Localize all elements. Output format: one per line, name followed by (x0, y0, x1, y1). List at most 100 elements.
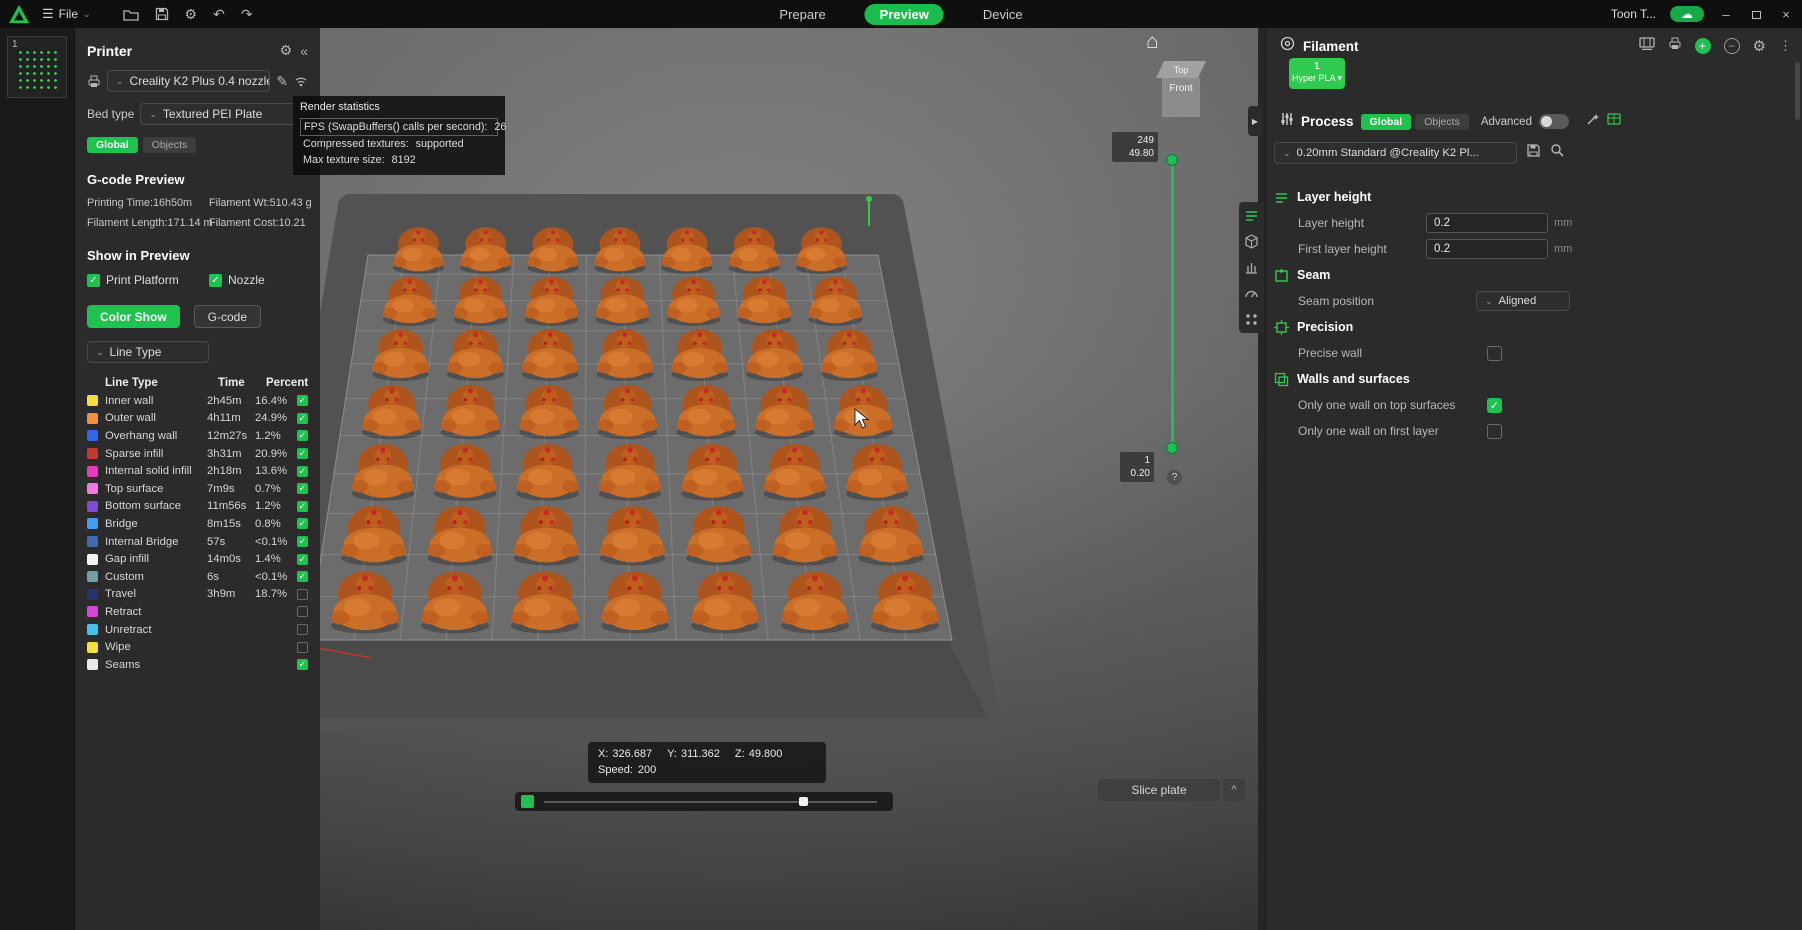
gcode-stats: Printing Time:16h50mFilament Wt:510.43 g… (87, 197, 308, 229)
tab-others[interactable] (1244, 312, 1259, 327)
line-visibility-checkbox[interactable]: ✓ (297, 501, 308, 512)
render-stat: FPS (SwapBuffers() calls per second):26 (300, 118, 498, 136)
color-show-button[interactable]: Color Show (87, 305, 180, 328)
line-visibility-checkbox[interactable]: ✓ (297, 395, 308, 406)
g-code-button[interactable]: G-code (194, 305, 261, 328)
user-label[interactable]: Toon T... (1611, 7, 1656, 21)
cloud-sync-button[interactable]: ☁ (1670, 6, 1704, 22)
layer-slider-top-handle[interactable] (1166, 154, 1178, 166)
more-vertical-icon[interactable]: ⋮ (1779, 38, 1792, 54)
tab-speed[interactable] (1244, 286, 1259, 301)
line-visibility-checkbox[interactable]: ✓ (297, 466, 308, 477)
line-color-swatch (87, 659, 98, 670)
tab-prepare[interactable]: Prepare (764, 4, 840, 25)
edit-printer-icon[interactable]: ✎ (276, 73, 288, 90)
bed-type-select[interactable]: ⌄ Textured PEI Plate (140, 103, 308, 125)
advanced-toggle[interactable] (1539, 114, 1569, 129)
panel-scrollbar[interactable] (1795, 62, 1800, 120)
search-settings-icon[interactable] (1550, 143, 1565, 163)
tab-strength[interactable] (1244, 234, 1259, 249)
tab-support[interactable] (1244, 260, 1259, 275)
param-checkbox[interactable]: ✓ (1487, 398, 1502, 413)
save-icon[interactable] (155, 7, 169, 21)
line-visibility-checkbox[interactable]: ✓ (297, 571, 308, 582)
line-visibility-checkbox[interactable]: ✓ (297, 536, 308, 547)
line-visibility-checkbox[interactable]: ✓ (297, 554, 308, 565)
line-visibility-checkbox[interactable]: ✓ (297, 483, 308, 494)
hamburger-menu-icon[interactable]: ☰ (42, 6, 54, 22)
save-preset-icon[interactable] (1526, 143, 1541, 163)
tab-quality[interactable] (1244, 208, 1259, 223)
line-visibility-checkbox[interactable]: ✓ (297, 518, 308, 529)
view-cube-top-face[interactable]: Top (1156, 61, 1206, 78)
line-visibility-checkbox[interactable]: ✓ (297, 430, 308, 441)
help-button[interactable]: ? (1167, 470, 1182, 485)
open-folder-icon[interactable] (123, 8, 139, 21)
preview-option-print-platform[interactable]: ✓Print Platform (87, 273, 209, 287)
preview-option-nozzle[interactable]: ✓Nozzle (209, 273, 308, 287)
filament-settings-gear-icon[interactable]: ⚙ (1753, 37, 1766, 55)
slice-plate-button[interactable]: Slice plate (1098, 779, 1220, 801)
add-filament-icon[interactable]: + (1695, 38, 1711, 54)
home-view-icon[interactable]: ⌂ (1146, 30, 1159, 54)
settings-gear-icon[interactable]: ⚙ (185, 6, 198, 23)
minimize-button[interactable]: – (1718, 7, 1734, 22)
line-type-row: Bottom surface11m56s1.2%✓ (87, 498, 308, 516)
checkbox[interactable]: ✓ (209, 274, 222, 287)
section-walls-and-surfaces: Walls and surfaces (1274, 366, 1574, 392)
undo-icon[interactable]: ↶ (213, 6, 225, 23)
line-visibility-checkbox[interactable] (297, 606, 308, 617)
process-preset-select[interactable]: ⌄ 0.20mm Standard @Creality K2 Pl... (1274, 142, 1517, 164)
process-scope-objects[interactable]: Objects (1415, 114, 1469, 130)
filament-name: Hyper PLA ▾ (1289, 73, 1345, 84)
ams-icon[interactable] (1639, 37, 1655, 55)
filament-printer-icon[interactable] (1668, 37, 1682, 55)
line-type-label: Custom (105, 571, 207, 583)
printer-settings-gear-icon[interactable]: ⚙ (280, 42, 293, 59)
maximize-button[interactable] (1748, 7, 1764, 22)
line-visibility-checkbox[interactable] (297, 624, 308, 635)
collapse-right-panel-button[interactable]: ▶ (1248, 106, 1262, 136)
param-input-field[interactable]: 0.2 (1426, 213, 1548, 233)
close-button[interactable]: × (1778, 7, 1794, 22)
slice-options-expander[interactable]: ^ (1223, 779, 1245, 801)
printer-scope-objects[interactable]: Objects (143, 137, 197, 153)
file-menu[interactable]: ☰ File ⌄ (42, 6, 91, 22)
line-visibility-checkbox[interactable] (297, 589, 308, 600)
remove-filament-icon[interactable]: − (1724, 38, 1740, 54)
line-type-label: Outer wall (105, 412, 207, 424)
line-type-label: Sparse infill (105, 448, 207, 460)
line-type-percent: 1.4% (255, 553, 297, 565)
player-handle[interactable] (799, 797, 808, 806)
process-scope-global[interactable]: Global (1361, 114, 1412, 130)
parameter-table-icon[interactable] (1607, 112, 1621, 131)
line-visibility-checkbox[interactable]: ✓ (297, 413, 308, 424)
checkbox[interactable]: ✓ (87, 274, 100, 287)
view-cube[interactable]: Top Front (1156, 61, 1208, 117)
redo-icon[interactable]: ↷ (241, 6, 253, 23)
layer-slider-track[interactable] (1171, 160, 1174, 448)
line-type-select[interactable]: ⌄ Line Type (87, 341, 209, 363)
play-button[interactable] (521, 795, 534, 808)
param-checkbox[interactable] (1487, 346, 1502, 361)
line-visibility-checkbox[interactable]: ✓ (297, 659, 308, 670)
player-track[interactable] (544, 801, 877, 803)
printer-scope-global[interactable]: Global (87, 137, 138, 153)
plate-thumbnail[interactable]: 1 (7, 36, 67, 98)
render-stat-label: Max texture size: (303, 154, 385, 166)
layer-slider-bottom-handle[interactable] (1166, 442, 1178, 454)
tune-wand-icon[interactable] (1586, 112, 1600, 131)
collapse-panel-icon[interactable]: « (300, 43, 308, 59)
filament-chip[interactable]: 1 Hyper PLA ▾ (1289, 58, 1345, 89)
printer-preset-select[interactable]: ⌄ Creality K2 Plus 0.4 nozzle (107, 70, 270, 92)
param-select[interactable]: ⌄Aligned (1476, 291, 1570, 311)
line-type-label: Retract (105, 606, 207, 618)
tab-device[interactable]: Device (968, 4, 1038, 25)
wifi-icon[interactable] (294, 75, 308, 87)
param-checkbox[interactable] (1487, 424, 1502, 439)
line-visibility-checkbox[interactable]: ✓ (297, 448, 308, 459)
line-visibility-checkbox[interactable] (297, 642, 308, 653)
view-cube-front-face[interactable]: Front (1162, 78, 1200, 117)
param-input-field[interactable]: 0.2 (1426, 239, 1548, 259)
tab-preview[interactable]: Preview (865, 4, 944, 25)
